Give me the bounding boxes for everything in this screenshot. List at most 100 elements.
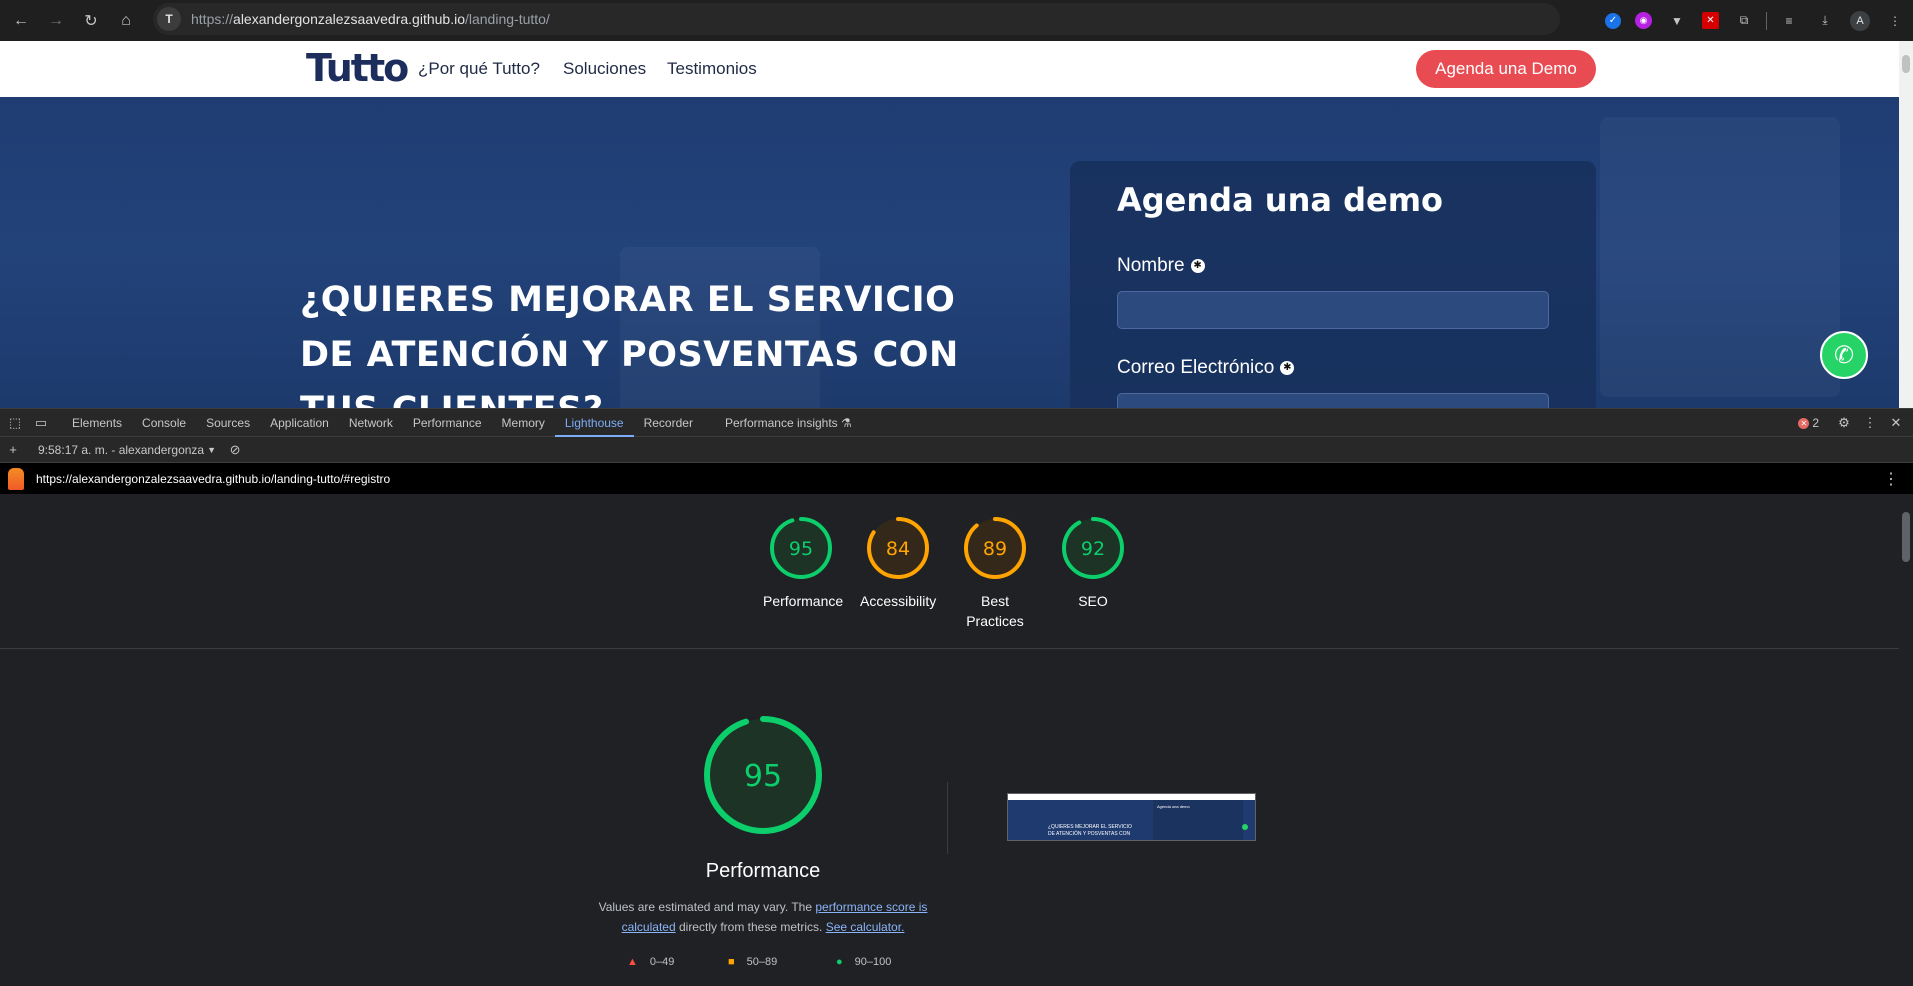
gauge-label: Best Practices <box>966 593 1024 629</box>
error-count: 2 <box>1812 416 1819 430</box>
extension-red-icon[interactable]: ✕ <box>1702 12 1719 29</box>
chevron-down-icon: ▼ <box>207 444 217 455</box>
new-report-icon[interactable]: + <box>2 439 24 461</box>
download-icon[interactable]: ⤓ <box>1814 10 1836 32</box>
page-scrollbar[interactable] <box>1899 41 1913 408</box>
tab-elements[interactable]: Elements <box>62 409 132 437</box>
hero-title: ¿QUIERES MEJORAR EL SERVICIO DE ATENCIÓN… <box>300 280 959 408</box>
email-input[interactable] <box>1117 393 1549 408</box>
nav-link-testimonios[interactable]: Testimonios <box>667 59 757 79</box>
inspect-element-icon[interactable]: ⬚ <box>4 412 26 434</box>
report-scrollbar[interactable] <box>1899 494 1913 986</box>
gauge-accessibility[interactable]: 84 Accessibility <box>860 515 936 611</box>
performance-big-gauge: 95 <box>701 713 825 842</box>
tab-sources[interactable]: Sources <box>196 409 260 437</box>
gauge-seo[interactable]: 92 SEO <box>1055 515 1131 611</box>
lighthouse-report <box>0 494 1899 986</box>
error-icon: ✕ <box>1798 417 1810 429</box>
report-scrollbar-thumb[interactable] <box>1902 512 1910 562</box>
email-label: Correo Electrónico ✱ <box>1117 357 1295 379</box>
device-toolbar-icon[interactable]: ▭ <box>30 412 52 434</box>
browser-toolbar: ← → ↻ ⌂ T https://alexandergonzalezsaave… <box>0 0 1913 41</box>
reload-icon[interactable]: ↻ <box>77 7 105 35</box>
tab-application[interactable]: Application <box>260 409 339 437</box>
hero-section: ¿QUIERES MEJORAR EL SERVICIO DE ATENCIÓN… <box>0 97 1899 408</box>
required-icon: ✱ <box>1280 361 1295 375</box>
performance-big-gauge-svg: 95 <box>704 716 822 834</box>
gauge-label: Performance <box>763 593 844 609</box>
agenda-demo-button[interactable]: Agenda una Demo <box>1416 50 1596 88</box>
extensions-puzzle-icon[interactable]: ⧉ <box>1733 10 1755 32</box>
address-bar[interactable]: T https://alexandergonzalezsaavedra.gith… <box>153 3 1560 35</box>
tab-memory[interactable]: Memory <box>492 409 555 437</box>
url-host: alexandergonzalezsaavedra.github.io <box>233 11 465 27</box>
thumb-form-title: Agenda una demo <box>1157 804 1190 809</box>
devtools-tabbar: ⬚ ▭ Elements Console Sources Application… <box>0 408 1913 437</box>
performance-description: Values are estimated and may vary. The p… <box>596 897 930 937</box>
desc-text-1: Values are estimated and may vary. The <box>598 900 816 914</box>
profile-avatar[interactable]: A <box>1850 10 1870 31</box>
page-scrollbar-thumb[interactable] <box>1902 55 1910 73</box>
extension-vue-icon[interactable]: ▼ <box>1666 10 1688 32</box>
extension-purple-icon[interactable]: ◉ <box>1635 12 1652 29</box>
gauge-best-practices[interactable]: 89 Best Practices <box>957 515 1033 631</box>
back-icon[interactable]: ← <box>7 7 35 35</box>
devtools-menu-icon[interactable]: ⋮ <box>1859 412 1881 434</box>
legend-item: ● 90–100 <box>836 956 891 968</box>
tab-network[interactable]: Network <box>339 409 403 437</box>
home-icon[interactable]: ⌂ <box>112 7 140 35</box>
nav-link-soluciones[interactable]: Soluciones <box>563 59 646 79</box>
gauge-best-practices-svg: 89 <box>964 517 1026 579</box>
page-viewport: Tutto ¿Por qué Tutto? Soluciones Testimo… <box>0 41 1899 408</box>
extension-check-icon[interactable]: ✓ <box>1605 12 1621 29</box>
gauge-accessibility-svg: 84 <box>867 517 929 579</box>
browser-menu-icon[interactable]: ⋮ <box>1884 10 1906 32</box>
tab-recorder[interactable]: Recorder <box>634 409 703 437</box>
forward-icon[interactable]: → <box>42 7 70 35</box>
name-input[interactable] <box>1117 291 1549 329</box>
legend-item: ■ 50–89 <box>728 956 777 968</box>
legend-item: ▲ 0–49 <box>627 956 674 968</box>
lighthouse-logo-icon <box>8 467 24 490</box>
toolbar-divider <box>1766 11 1767 30</box>
tab-performance-insights-label: Performance insights <box>724 415 838 430</box>
vertical-divider <box>947 782 948 854</box>
section-divider <box>0 648 1899 649</box>
url-text[interactable]: https://alexandergonzalezsaavedra.github… <box>191 11 550 27</box>
gauge-label: Accessibility <box>860 593 937 609</box>
tutto-logo[interactable]: Tutto <box>306 46 409 90</box>
gauge-score: 92 <box>1081 538 1105 560</box>
tab-performance-insights[interactable]: Performance insights ⚗ <box>715 409 862 437</box>
tab-performance[interactable]: Performance <box>403 409 492 437</box>
hero-bg-shape <box>1600 117 1840 397</box>
report-select-value: 9:58:17 a. m. - alexandergonza <box>38 442 205 457</box>
whatsapp-icon[interactable]: ✆ <box>1820 331 1868 379</box>
nav-link-por-que[interactable]: ¿Por qué Tutto? <box>418 59 540 79</box>
gauge-performance[interactable]: 95 Performance <box>763 515 844 611</box>
email-label-text: Correo Electrónico <box>1117 357 1275 378</box>
legend-range: 90–100 <box>854 956 892 968</box>
report-url-bar: https://alexandergonzalezsaavedra.github… <box>0 463 1913 494</box>
required-icon: ✱ <box>1190 259 1205 273</box>
tab-lighthouse[interactable]: Lighthouse <box>554 409 634 437</box>
reading-list-icon[interactable]: ≡ <box>1778 10 1800 32</box>
gauge-seo-svg: 92 <box>1062 517 1124 579</box>
gauge-score: 89 <box>983 538 1007 560</box>
see-calculator-link[interactable]: See calculator. <box>826 920 905 934</box>
name-label: Nombre ✱ <box>1117 255 1205 277</box>
report-url[interactable]: https://alexandergonzalezsaavedra.github… <box>36 472 390 486</box>
error-count-badge[interactable]: ✕ 2 <box>1798 416 1819 430</box>
gauge-score: 95 <box>789 538 813 560</box>
final-screenshot-thumbnail[interactable]: Agenda una demo ¿QUIERES MEJORAR EL SERV… <box>1007 793 1256 841</box>
settings-gear-icon[interactable]: ⚙ <box>1833 412 1855 434</box>
gauge-score: 84 <box>886 538 910 560</box>
report-menu-icon[interactable]: ⋮ <box>1883 469 1899 489</box>
clear-reports-icon[interactable]: ⊘ <box>224 439 246 461</box>
url-path: /landing-tutto/ <box>464 11 550 27</box>
big-gauge-score: 95 <box>744 759 782 794</box>
site-info-icon[interactable]: T <box>157 7 181 31</box>
report-select[interactable]: 9:58:17 a. m. - alexandergonza ▼ <box>38 443 216 457</box>
tab-console[interactable]: Console <box>132 409 196 437</box>
site-header: Tutto ¿Por qué Tutto? Soluciones Testimo… <box>0 41 1899 97</box>
close-devtools-icon[interactable]: ✕ <box>1885 412 1907 434</box>
